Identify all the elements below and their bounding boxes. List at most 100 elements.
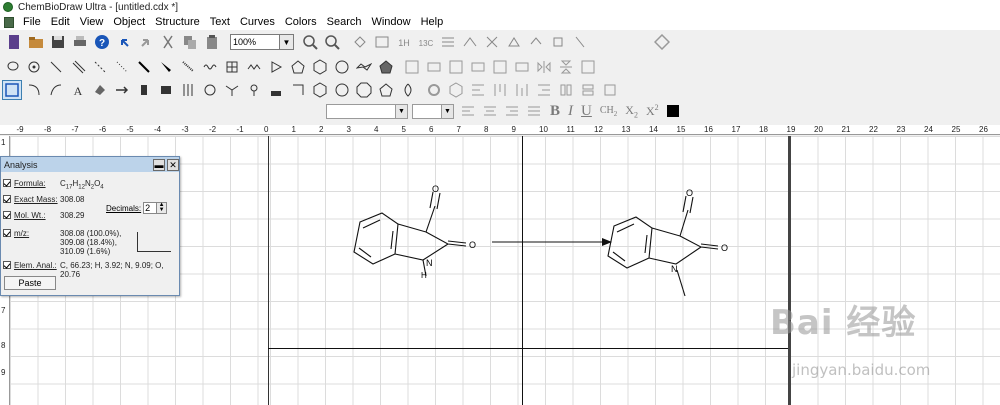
select-rectangle-icon[interactable] (2, 80, 22, 100)
query-icon[interactable] (266, 80, 286, 100)
struct-tool-2-icon[interactable] (482, 32, 502, 52)
table-icon[interactable] (222, 57, 242, 77)
chain-icon[interactable] (244, 57, 264, 77)
diamond-icon[interactable] (652, 32, 672, 52)
help-icon[interactable]: ? (92, 32, 112, 52)
exact-mass-checkbox[interactable] (3, 195, 11, 203)
circle-tool-icon[interactable] (332, 80, 352, 100)
corner-icon[interactable] (288, 80, 308, 100)
template-4-icon[interactable] (468, 57, 488, 77)
close-icon[interactable]: ✕ (167, 158, 179, 171)
orbital-icon[interactable] (134, 80, 154, 100)
flip-horizontal-icon[interactable] (534, 57, 554, 77)
menu-object[interactable]: Object (108, 14, 150, 30)
color-swatch-icon[interactable] (663, 101, 683, 121)
align-left-icon[interactable] (458, 101, 478, 121)
isatin-molecule[interactable] (353, 191, 467, 277)
wedge-hash-icon[interactable] (178, 57, 198, 77)
distribute-2-icon[interactable] (578, 80, 598, 100)
bracket-icon[interactable] (178, 80, 198, 100)
double-bond-icon[interactable] (68, 57, 88, 77)
c-nmr-icon[interactable]: 13C (416, 32, 436, 52)
undo-icon[interactable] (114, 32, 134, 52)
menu-edit[interactable]: Edit (46, 14, 75, 30)
struct-tool-4-icon[interactable] (526, 32, 546, 52)
new-document-icon[interactable] (4, 32, 24, 52)
menu-curves[interactable]: Curves (235, 14, 280, 30)
align-center-icon[interactable] (480, 101, 500, 121)
flip-vertical-icon[interactable] (556, 57, 576, 77)
zoom-dropdown-icon[interactable]: ▼ (280, 34, 294, 50)
play-icon[interactable] (266, 57, 286, 77)
analysis-tool-icon[interactable] (438, 32, 458, 52)
struct-tool-5-icon[interactable] (548, 32, 568, 52)
hexagon-icon[interactable] (310, 57, 330, 77)
octagon-icon[interactable] (354, 80, 374, 100)
menu-text[interactable]: Text (205, 14, 235, 30)
group-icon[interactable] (578, 57, 598, 77)
cyclopentadiene-icon[interactable] (376, 57, 396, 77)
zoom-input[interactable]: 100% (230, 34, 280, 50)
print-icon[interactable] (70, 32, 90, 52)
minimize-icon[interactable]: ▬ (153, 158, 165, 171)
template-1-icon[interactable] (402, 57, 422, 77)
lasso-icon[interactable] (2, 57, 22, 77)
zoom-out-icon[interactable] (322, 32, 342, 52)
dashed-bond-icon[interactable] (90, 57, 110, 77)
heptagon-icon[interactable] (332, 57, 352, 77)
clean-structure-icon[interactable] (350, 32, 370, 52)
decimals-input[interactable]: 2 (143, 202, 158, 214)
font-dropdown[interactable]: ▼ (326, 103, 408, 119)
pen-icon[interactable] (46, 80, 66, 100)
redo-icon[interactable] (136, 32, 156, 52)
menu-view[interactable]: View (75, 14, 109, 30)
justify-icon[interactable] (524, 101, 544, 121)
ring-icon[interactable] (376, 80, 396, 100)
atom-map-icon[interactable] (244, 80, 264, 100)
document-icon[interactable] (4, 16, 14, 28)
align-4-icon[interactable] (534, 80, 554, 100)
paste-button[interactable]: Paste (4, 276, 56, 290)
wedge-bond-icon[interactable] (156, 57, 176, 77)
menu-colors[interactable]: Colors (280, 14, 322, 30)
distribute-1-icon[interactable] (556, 80, 576, 100)
save-icon[interactable] (48, 32, 68, 52)
struct-tool-1-icon[interactable] (460, 32, 480, 52)
menu-search[interactable]: Search (322, 14, 367, 30)
eraser-icon[interactable] (90, 80, 110, 100)
h-nmr-icon[interactable]: 1H (394, 32, 414, 52)
mz-checkbox[interactable] (3, 229, 11, 237)
subscript-icon[interactable]: X2 (625, 103, 638, 119)
paste-icon[interactable] (202, 32, 222, 52)
charge-icon[interactable] (200, 80, 220, 100)
text-tool-icon[interactable]: A (68, 80, 88, 100)
menu-file[interactable]: File (18, 14, 46, 30)
chair-icon[interactable] (354, 57, 374, 77)
align-right-icon[interactable] (502, 101, 522, 121)
spiro-icon[interactable] (398, 80, 418, 100)
formula-style-icon[interactable]: CH2 (600, 105, 617, 118)
align-3-icon[interactable] (512, 80, 532, 100)
bond-line-icon[interactable] (46, 57, 66, 77)
arrow-tool-icon[interactable] (112, 80, 132, 100)
align-2-icon[interactable] (490, 80, 510, 100)
hexagon-outline-icon[interactable] (310, 80, 330, 100)
menu-structure[interactable]: Structure (150, 14, 205, 30)
copy-icon[interactable] (180, 32, 200, 52)
analysis-header[interactable]: Analysis ▬ ✕ (1, 157, 179, 172)
bold-icon[interactable]: B (550, 103, 560, 120)
pentagon-icon[interactable] (288, 57, 308, 77)
hashed-bond-icon[interactable] (112, 57, 132, 77)
n-methylisatin-molecule[interactable] (607, 195, 719, 297)
reaction-arrow[interactable] (492, 238, 612, 246)
name-to-structure-icon[interactable] (372, 32, 392, 52)
italic-icon[interactable]: I (568, 103, 573, 120)
formula-checkbox[interactable] (3, 179, 11, 187)
template-3-icon[interactable] (446, 57, 466, 77)
wavy-bond-icon[interactable] (200, 57, 220, 77)
settings-icon[interactable] (424, 80, 444, 100)
analysis-panel[interactable]: Analysis ▬ ✕ Formula: C17H12N2O4 Exact M… (0, 156, 180, 296)
arc-icon[interactable] (24, 80, 44, 100)
mol-wt-checkbox[interactable] (3, 211, 11, 219)
rectangle-tool-icon[interactable] (156, 80, 176, 100)
